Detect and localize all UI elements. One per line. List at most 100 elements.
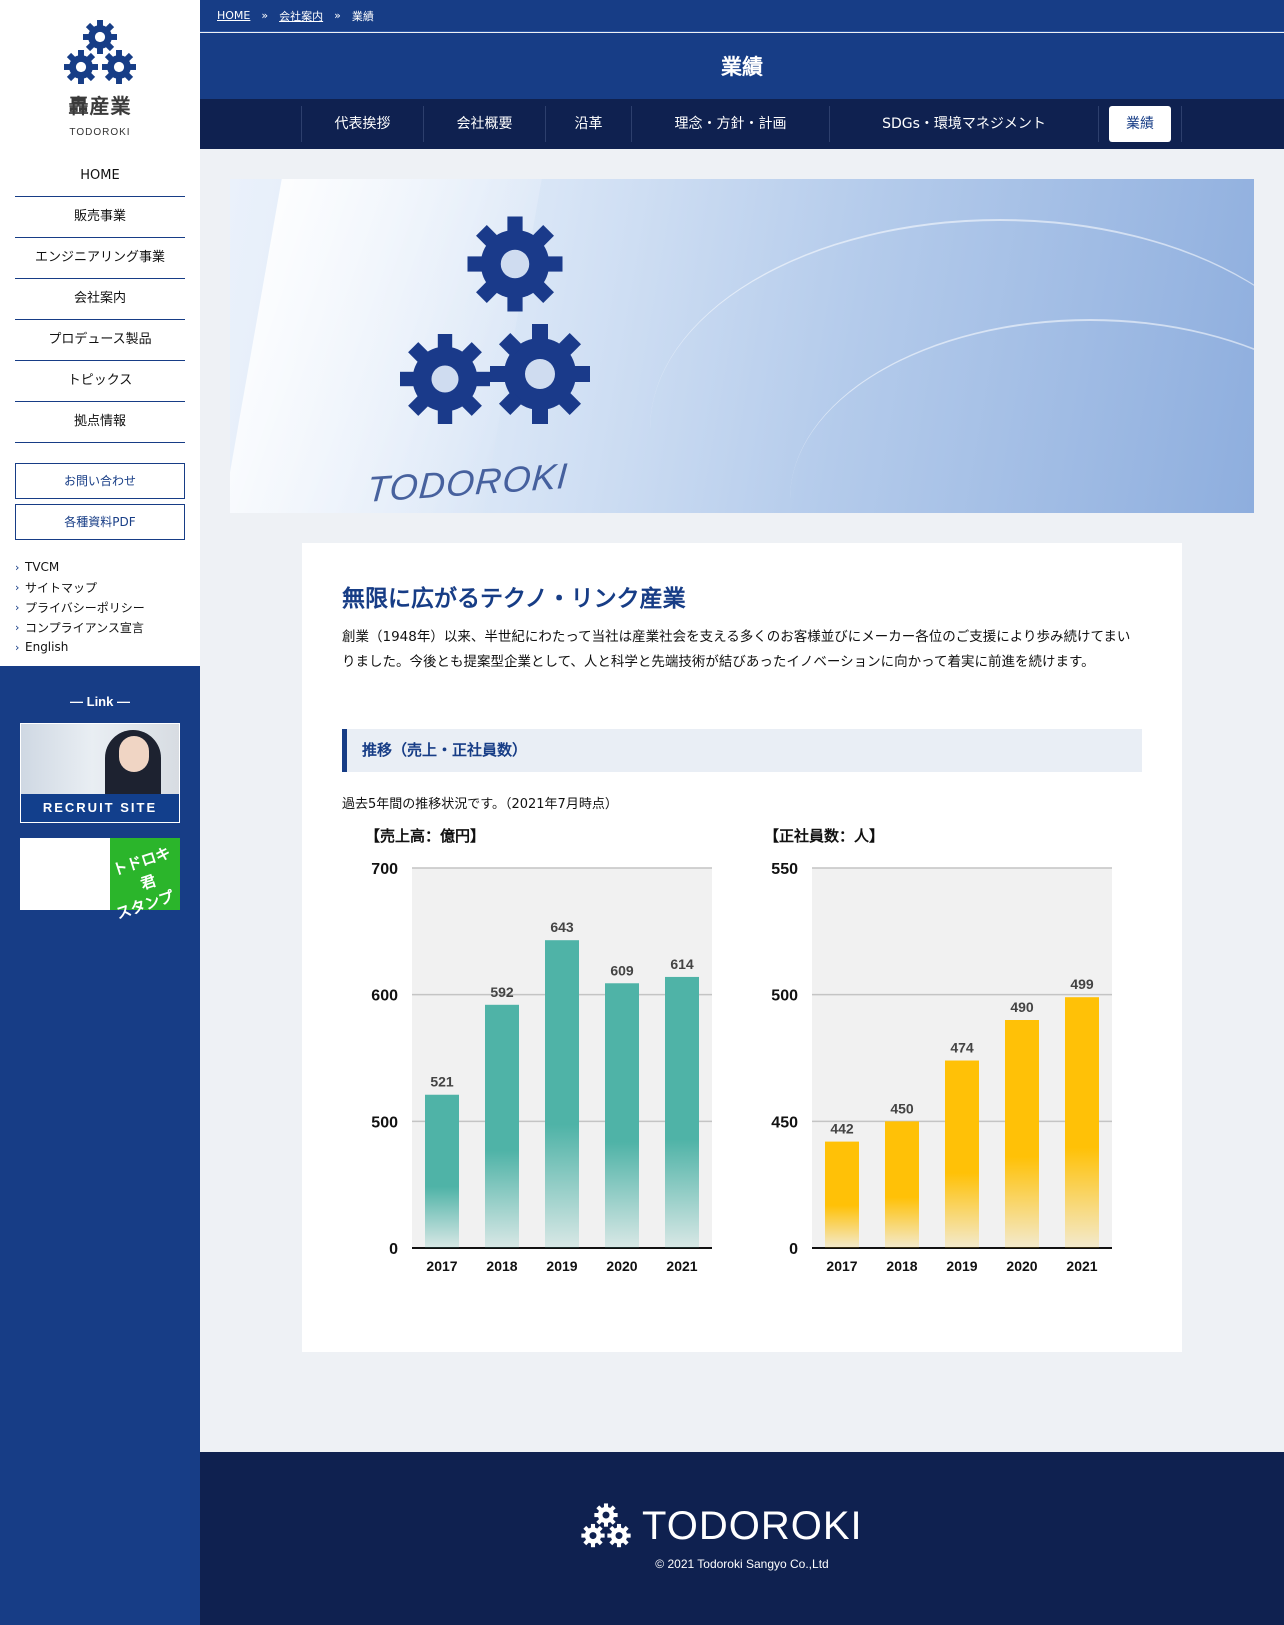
tab-philosophy[interactable]: 理念・方針・計画 (631, 106, 829, 142)
chevron-right-icon: › (15, 560, 20, 574)
logo-en-text: TODOROKI (69, 127, 131, 138)
link-privacy-label: プライバシーポリシー (25, 600, 145, 615)
footer-logo[interactable]: TODOROKI (580, 1502, 863, 1550)
data-label: 474 (950, 1040, 974, 1056)
bar-2020 (605, 983, 639, 1248)
tab-performance[interactable]: 業績 (1098, 106, 1182, 142)
link-section-title: — Link — (70, 694, 130, 709)
x-tick-label: 2018 (886, 1258, 917, 1274)
small-links: › TVCM › サイトマップ › プライバシーポリシー › コンプライアンス宣言 › E… (0, 557, 200, 657)
tab-sdgs[interactable]: SDGs・環境マネジメント (829, 106, 1098, 142)
page-header: 業績 (200, 33, 1284, 99)
page-title: 業績 (721, 55, 763, 79)
site-logo[interactable]: 轟産業 TODOROKI (0, 18, 200, 138)
recruit-label: RECRUIT SITE (21, 794, 179, 822)
section-heading: 推移（売上・正社員数） (342, 729, 1142, 772)
catch-copy: 無限に広がるテクノ・リンク産業 (342, 585, 686, 612)
x-tick-label: 2017 (426, 1258, 457, 1274)
data-label: 442 (830, 1121, 854, 1137)
bar-2021 (665, 976, 699, 1248)
footer-gear-icon (581, 1503, 631, 1548)
bar-2017 (825, 1141, 859, 1248)
link-tvcm-label: TVCM (25, 560, 60, 574)
nav-sales[interactable]: 販売事業 (15, 197, 185, 238)
footer: TODOROKI © 2021 Todoroki Sangyo Co.,Ltd (200, 1452, 1284, 1625)
chevron-right-icon: › (15, 620, 20, 634)
staff-chart: 0 450 500 550 442 2017 450 2018 474 2019 490 2020 49… (771, 861, 1112, 1274)
logo-jp-text: 轟産業 (68, 94, 132, 118)
breadcrumb-home[interactable]: HOME (217, 9, 250, 22)
breadcrumb-separator: » (261, 9, 269, 22)
hero-image: TODOROKI (230, 179, 1254, 513)
x-tick-label: 2019 (946, 1258, 977, 1274)
sidebar: 轟産業 TODOROKI HOME 販売事業 エンジニアリング事業 会社案内 プ… (0, 0, 200, 1625)
stamp-banner[interactable]: トドロキ君 スタンプ (20, 838, 180, 923)
link-sitemap[interactable]: › サイトマップ (15, 577, 200, 597)
link-tvcm[interactable]: › TVCM (15, 557, 200, 577)
recruit-banner[interactable]: RECRUIT SITE (20, 723, 180, 823)
main-nav: HOME 販売事業 エンジニアリング事業 会社案内 プロデュース製品 トピックス… (0, 156, 200, 443)
x-tick-label: 2017 (826, 1258, 857, 1274)
sales-chart: 0 500 600 700 521 2017 592 2018 643 2019 609 2020 61… (371, 861, 712, 1274)
nav-engineering[interactable]: エンジニアリング事業 (15, 238, 185, 279)
data-label: 521 (430, 1074, 454, 1090)
link-sitemap-label: サイトマップ (25, 580, 98, 595)
x-tick-label: 2019 (546, 1258, 577, 1274)
breadcrumb-separator: » (334, 9, 341, 22)
data-label: 592 (490, 984, 514, 1000)
x-tick-label: 2021 (1066, 1258, 1097, 1274)
face-image (119, 736, 149, 772)
chevron-right-icon: › (15, 580, 20, 594)
pdf-button[interactable]: 各種資料PDF (15, 504, 185, 540)
tab-history[interactable]: 沿革 (545, 106, 631, 142)
bar-2017 (425, 1094, 459, 1248)
data-label: 609 (610, 962, 634, 978)
hero-gear-icon (400, 216, 590, 424)
gear-logo-icon (64, 20, 136, 84)
chart-note: 過去5年間の推移状況です。（2021年7月時点） (342, 797, 618, 812)
nav-locations[interactable]: 拠点情報 (15, 402, 185, 443)
contact-button[interactable]: お問い合わせ (15, 463, 185, 499)
breadcrumb: HOME » 会社案内 » 業績 (200, 0, 1284, 32)
link-privacy[interactable]: › プライバシーポリシー (15, 597, 200, 617)
x-tick-label: 2018 (486, 1258, 517, 1274)
link-compliance[interactable]: › コンプライアンス宣言 (15, 617, 200, 637)
link-compliance-label: コンプライアンス宣言 (25, 620, 144, 635)
breadcrumb-company[interactable]: 会社案内 (279, 8, 323, 24)
link-english[interactable]: › English (15, 637, 200, 657)
copyright: © 2021 Todoroki Sangyo Co.,Ltd (655, 1557, 829, 1571)
staff-chart-title: 【正社員数：人】 (764, 827, 885, 845)
y-tick-label: 700 (371, 861, 398, 878)
data-label: 450 (890, 1100, 914, 1116)
tab-greeting[interactable]: 代表挨拶 (301, 106, 423, 142)
x-tick-label: 2020 (1006, 1258, 1037, 1274)
nav-home[interactable]: HOME (15, 156, 185, 197)
data-label: 499 (1070, 976, 1094, 992)
y-tick-label: 500 (371, 1114, 398, 1131)
y-tick-label: 0 (389, 1241, 398, 1258)
y-tick-label: 0 (789, 1241, 798, 1258)
bar-2020 (1005, 1020, 1039, 1248)
data-label: 643 (550, 919, 574, 935)
y-tick-label: 450 (771, 1114, 798, 1131)
link-english-label: English (25, 640, 69, 654)
y-tick-label: 600 (371, 988, 398, 1005)
sub-nav: 代表挨拶 会社概要 沿革 理念・方針・計画 SDGs・環境マネジメント 業績 (200, 99, 1284, 149)
sidebar-top: 轟産業 TODOROKI HOME 販売事業 エンジニアリング事業 会社案内 プ… (0, 0, 200, 666)
stamp-badge: トドロキ君 スタンプ (110, 838, 180, 923)
nav-topics[interactable]: トピックス (15, 361, 185, 402)
nav-company[interactable]: 会社案内 (15, 279, 185, 320)
bar-2021 (1065, 997, 1099, 1248)
bar-2019 (545, 940, 579, 1248)
data-label: 490 (1010, 999, 1034, 1015)
tab-overview[interactable]: 会社概要 (423, 106, 545, 142)
nav-products[interactable]: プロデュース製品 (15, 320, 185, 361)
bar-2019 (945, 1060, 979, 1248)
bar-2018 (885, 1121, 919, 1248)
data-label: 614 (670, 956, 694, 972)
footer-brand: TODOROKI (642, 1503, 863, 1548)
x-tick-label: 2021 (666, 1258, 697, 1274)
y-tick-label: 550 (771, 861, 798, 878)
intro-text: 創業（1948年）以来、半世紀にわたって当社は産業社会を支える多くのお客様並びに… (342, 629, 1131, 670)
tab-performance-label: 業績 (1109, 106, 1171, 142)
